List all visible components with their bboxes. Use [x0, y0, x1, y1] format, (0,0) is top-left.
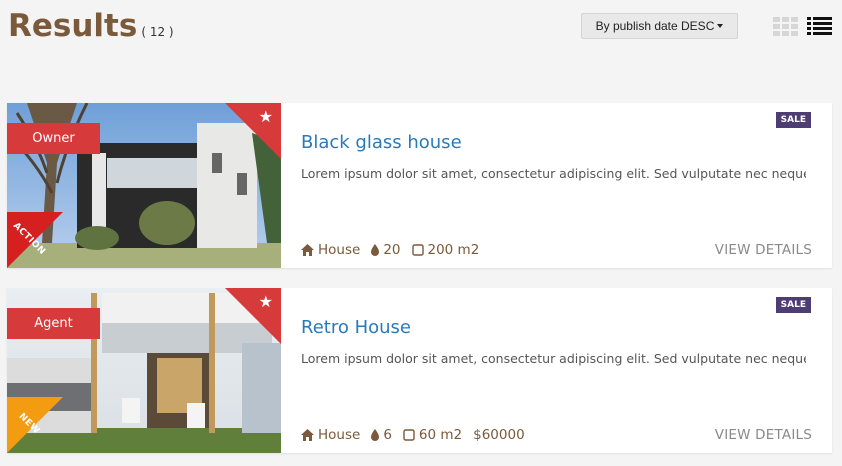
property-type: House: [318, 242, 361, 258]
listing-photo[interactable]: Agent ★ NEW: [7, 288, 281, 453]
home-icon: [301, 244, 314, 256]
drop-icon: [371, 429, 380, 441]
sort-dropdown[interactable]: By publish date DESC: [581, 13, 738, 39]
favorite-corner[interactable]: ★: [225, 288, 281, 344]
listing-meta: House 6 60 m2 $60000: [301, 427, 536, 443]
listing-description: Lorem ipsum dolor sit amet, consectetur …: [301, 166, 806, 181]
star-icon[interactable]: ★: [259, 109, 273, 125]
price-value: $60000: [473, 427, 525, 443]
rooms-count: 20: [383, 242, 401, 258]
listing-meta: House 20 200 m2: [301, 242, 490, 258]
view-details-link[interactable]: VIEW DETAILS: [715, 242, 812, 258]
list-view-icon[interactable]: [807, 16, 832, 36]
home-icon: [301, 429, 314, 441]
new-corner-tag: NEW: [7, 397, 63, 453]
view-details-link[interactable]: VIEW DETAILS: [715, 427, 812, 443]
listing-photo[interactable]: Owner ★ ACTION: [7, 103, 281, 268]
listing-title[interactable]: Black glass house: [301, 132, 462, 153]
favorite-corner[interactable]: ★: [225, 103, 281, 159]
page-title: Results: [8, 8, 138, 44]
area-icon: [403, 429, 415, 441]
area-icon: [411, 244, 424, 256]
results-header: Results ( 12 ): [8, 8, 174, 44]
results-count: ( 12 ): [141, 25, 174, 39]
property-type: House: [318, 427, 361, 443]
area-value: 60 m2: [418, 427, 463, 443]
area-value: 200 m2: [427, 242, 480, 258]
sort-label: By publish date DESC: [595, 19, 715, 33]
sale-badge: SALE: [775, 297, 811, 313]
caret-down-icon: [717, 24, 724, 28]
drop-icon: [371, 244, 380, 256]
listing-description: Lorem ipsum dolor sit amet, consectetur …: [301, 351, 806, 366]
listing-card[interactable]: Owner ★ ACTION SALE Black glass house Lo…: [7, 103, 832, 268]
listing-title[interactable]: Retro House: [301, 317, 411, 338]
owner-ribbon: Owner: [7, 123, 100, 154]
listing-card[interactable]: Agent ★ NEW SALE Retro House Lorem ipsum…: [7, 288, 832, 453]
grid-view-icon[interactable]: [773, 16, 799, 36]
rooms-count: 6: [383, 427, 392, 443]
star-icon[interactable]: ★: [259, 294, 273, 310]
sale-badge: SALE: [775, 112, 811, 128]
action-corner-tag: ACTION: [7, 212, 63, 268]
agent-ribbon: Agent: [7, 308, 100, 339]
